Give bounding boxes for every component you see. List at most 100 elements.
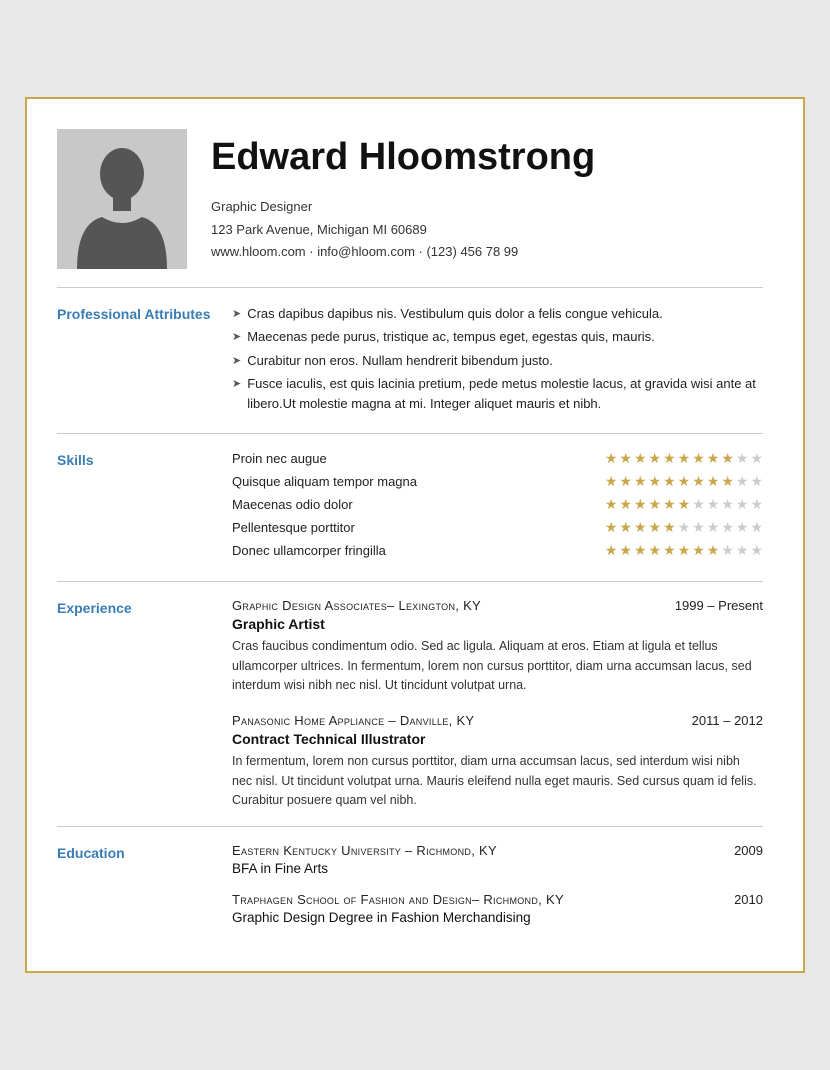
experience-entry: Graphic Design Associates– Lexington, KY…	[232, 598, 763, 695]
filled-star-icon: ★	[619, 496, 632, 513]
empty-star-icon: ★	[750, 496, 763, 513]
empty-star-icon: ★	[721, 519, 734, 536]
filled-star-icon: ★	[619, 519, 632, 536]
filled-star-icon: ★	[707, 450, 720, 467]
list-item: Cras dapibus dapibus nis. Vestibulum qui…	[232, 304, 763, 324]
filled-star-icon: ★	[634, 473, 647, 490]
resume-page: Edward Hloomstrong Graphic Designer 123 …	[25, 97, 805, 974]
filled-star-icon: ★	[707, 473, 720, 490]
empty-star-icon: ★	[678, 519, 691, 536]
filled-star-icon: ★	[721, 473, 734, 490]
education-label: Education	[57, 843, 232, 925]
experience-description: Cras faucibus condimentum odio. Sed ac l…	[232, 637, 763, 695]
filled-star-icon: ★	[663, 519, 676, 536]
header-info: Edward Hloomstrong Graphic Designer 123 …	[211, 129, 595, 263]
empty-star-icon: ★	[707, 519, 720, 536]
experience-header: Panasonic Home Appliance – Danville, KY 2…	[232, 713, 763, 728]
education-section: Education Eastern Kentucky University – …	[57, 827, 763, 941]
candidate-name: Edward Hloomstrong	[211, 137, 595, 179]
empty-star-icon: ★	[721, 542, 734, 559]
education-header: Eastern Kentucky University – Richmond, …	[232, 843, 763, 858]
filled-star-icon: ★	[649, 450, 662, 467]
star-rating: ★★★★★★★★★★★	[605, 542, 763, 559]
experience-dates: 2011 – 2012	[692, 713, 763, 728]
education-school: Traphagen School of Fashion and Design– …	[232, 892, 564, 907]
star-rating: ★★★★★★★★★★★	[605, 519, 763, 536]
education-school: Eastern Kentucky University – Richmond, …	[232, 843, 497, 858]
empty-star-icon: ★	[736, 519, 749, 536]
filled-star-icon: ★	[663, 496, 676, 513]
education-content: Eastern Kentucky University – Richmond, …	[232, 843, 763, 925]
professional-attributes-label: Professional Attributes	[57, 304, 232, 418]
filled-star-icon: ★	[605, 542, 618, 559]
education-degree: Graphic Design Degree in Fashion Merchan…	[232, 910, 763, 925]
experience-job-title: Graphic Artist	[232, 616, 763, 632]
education-header: Traphagen School of Fashion and Design– …	[232, 892, 763, 907]
avatar	[57, 129, 187, 269]
filled-star-icon: ★	[649, 473, 662, 490]
experience-company: Graphic Design Associates– Lexington, KY	[232, 598, 481, 613]
list-item: Fusce iaculis, est quis lacinia pretium,…	[232, 374, 763, 413]
skills-label: Skills	[57, 450, 232, 565]
education-year: 2009	[734, 843, 763, 858]
empty-star-icon: ★	[736, 450, 749, 467]
education-year: 2010	[734, 892, 763, 907]
empty-star-icon: ★	[750, 450, 763, 467]
skill-row: Donec ullamcorper fringilla ★★★★★★★★★★★	[232, 542, 763, 559]
candidate-address: 123 Park Avenue, Michigan MI 60689	[211, 219, 595, 241]
filled-star-icon: ★	[634, 542, 647, 559]
empty-star-icon: ★	[750, 542, 763, 559]
filled-star-icon: ★	[634, 519, 647, 536]
filled-star-icon: ★	[649, 519, 662, 536]
filled-star-icon: ★	[619, 542, 632, 559]
filled-star-icon: ★	[692, 450, 705, 467]
filled-star-icon: ★	[619, 450, 632, 467]
filled-star-icon: ★	[678, 542, 691, 559]
filled-star-icon: ★	[634, 450, 647, 467]
skill-name: Proin nec augue	[232, 451, 327, 466]
empty-star-icon: ★	[692, 496, 705, 513]
experience-job-title: Contract Technical Illustrator	[232, 731, 763, 747]
filled-star-icon: ★	[678, 450, 691, 467]
skill-name: Donec ullamcorper fringilla	[232, 543, 386, 558]
skill-row: Quisque aliquam tempor magna★★★★★★★★★★★	[232, 473, 763, 490]
filled-star-icon: ★	[605, 473, 618, 490]
skill-row: Maecenas odio dolor ★★★★★★★★★★★	[232, 496, 763, 513]
list-item: Maecenas pede purus, tristique ac, tempu…	[232, 327, 763, 347]
filled-star-icon: ★	[649, 542, 662, 559]
filled-star-icon: ★	[663, 450, 676, 467]
experience-company: Panasonic Home Appliance – Danville, KY	[232, 713, 474, 728]
star-rating: ★★★★★★★★★★★	[605, 496, 763, 513]
education-degree: BFA in Fine Arts	[232, 861, 763, 876]
filled-star-icon: ★	[663, 473, 676, 490]
experience-dates: 1999 – Present	[675, 598, 763, 613]
star-rating: ★★★★★★★★★★★	[605, 473, 763, 490]
skill-row: Pellentesque porttitor ★★★★★★★★★★★	[232, 519, 763, 536]
experience-header: Graphic Design Associates– Lexington, KY…	[232, 598, 763, 613]
empty-star-icon: ★	[736, 473, 749, 490]
skill-name: Maecenas odio dolor	[232, 497, 353, 512]
candidate-contact: www.hloom.com · info@hloom.com · (123) 4…	[211, 241, 595, 263]
empty-star-icon: ★	[750, 519, 763, 536]
header-section: Edward Hloomstrong Graphic Designer 123 …	[57, 129, 763, 288]
candidate-title: Graphic Designer	[211, 196, 595, 218]
education-entry: Traphagen School of Fashion and Design– …	[232, 892, 763, 925]
empty-star-icon: ★	[707, 496, 720, 513]
list-item: Curabitur non eros. Nullam hendrerit bib…	[232, 351, 763, 371]
skill-name: Pellentesque porttitor	[232, 520, 355, 535]
filled-star-icon: ★	[721, 450, 734, 467]
experience-content: Graphic Design Associates– Lexington, KY…	[232, 598, 763, 810]
empty-star-icon: ★	[721, 496, 734, 513]
skills-section: Skills Proin nec augue★★★★★★★★★★★Quisque…	[57, 434, 763, 582]
education-entry: Eastern Kentucky University – Richmond, …	[232, 843, 763, 876]
filled-star-icon: ★	[692, 542, 705, 559]
filled-star-icon: ★	[707, 542, 720, 559]
skills-content: Proin nec augue★★★★★★★★★★★Quisque aliqua…	[232, 450, 763, 565]
empty-star-icon: ★	[736, 542, 749, 559]
filled-star-icon: ★	[605, 519, 618, 536]
professional-attributes-section: Professional Attributes Cras dapibus dap…	[57, 288, 763, 435]
filled-star-icon: ★	[605, 450, 618, 467]
experience-entry: Panasonic Home Appliance – Danville, KY 2…	[232, 713, 763, 810]
empty-star-icon: ★	[750, 473, 763, 490]
empty-star-icon: ★	[736, 496, 749, 513]
